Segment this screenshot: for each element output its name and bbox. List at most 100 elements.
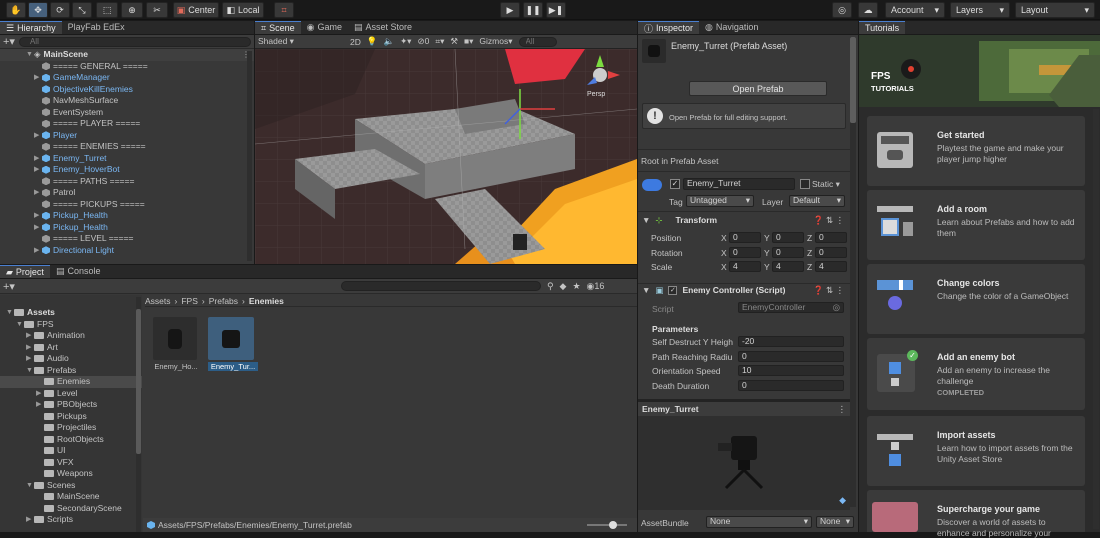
inspector-scrollbar[interactable]: [850, 37, 856, 507]
expand-arrow-icon[interactable]: ▼: [26, 49, 34, 61]
tools-icon[interactable]: ⚒: [450, 36, 458, 47]
tab-playfab[interactable]: PlayFab EdEx: [62, 21, 131, 34]
tag-dropdown[interactable]: Untagged ▾: [686, 195, 754, 207]
hierarchy-item[interactable]: ▶Directional Light›: [0, 245, 254, 257]
transform-z-field[interactable]: 0: [815, 232, 847, 243]
filter-type-icon[interactable]: ⚲: [547, 281, 554, 292]
hierarchy-item[interactable]: ===== PATHS =====: [0, 176, 254, 188]
component-menu-icon[interactable]: ❓ ⇅ ⋮: [813, 215, 844, 226]
move-tool-button[interactable]: ✥: [28, 2, 48, 18]
folder-tree-item[interactable]: SecondaryScene: [0, 503, 142, 515]
tab-game[interactable]: ◉ Game: [301, 21, 348, 34]
expand-arrow-icon[interactable]: ▶: [26, 342, 34, 354]
layout-dropdown[interactable]: Layout ▾: [1015, 2, 1095, 18]
expand-arrow-icon[interactable]: ▶: [34, 187, 42, 199]
folder-tree-item[interactable]: ▶ Audio: [0, 353, 142, 365]
tutorial-card-add-room[interactable]: Add a room Learn about Prefabs and how t…: [867, 190, 1085, 260]
expand-arrow-icon[interactable]: ▶: [34, 164, 42, 176]
folder-tree-item[interactable]: Pickups: [0, 411, 142, 423]
preview-header[interactable]: Enemy_Turret ⋮: [638, 402, 850, 416]
folder-tree-item[interactable]: ▶ Art: [0, 342, 142, 354]
param-value-field[interactable]: -20: [738, 336, 844, 347]
filter-label-icon[interactable]: ◆: [560, 281, 567, 292]
transform-x-field[interactable]: 0: [729, 232, 761, 243]
scrollbar-thumb[interactable]: [850, 37, 856, 123]
account-dropdown[interactable]: Account ▾: [885, 2, 945, 18]
folder-tree-item[interactable]: ▶ Animation: [0, 330, 142, 342]
hierarchy-item[interactable]: EventSystem: [0, 107, 254, 119]
tab-hierarchy[interactable]: ☰ Hierarchy: [0, 21, 62, 34]
prefab-preview[interactable]: ◆: [638, 416, 850, 510]
param-value-field[interactable]: 0: [738, 350, 844, 362]
hierarchy-item[interactable]: ===== ENEMIES =====: [0, 141, 254, 153]
layer-dropdown[interactable]: Default ▾: [789, 195, 845, 207]
script-component-header[interactable]: ▼ ▣ ✓ Enemy Controller (Script) ❓ ⇅ ⋮: [638, 283, 850, 297]
layers-dropdown[interactable]: Layers ▾: [950, 2, 1010, 18]
expand-arrow-icon[interactable]: ▼: [26, 365, 34, 377]
scene-search-input[interactable]: [518, 36, 557, 47]
hierarchy-item[interactable]: ▶Enemy_Turret›: [0, 153, 254, 165]
add-icon[interactable]: +▾: [3, 35, 15, 48]
expand-arrow-icon[interactable]: ▶: [34, 130, 42, 142]
hierarchy-item[interactable]: ▶GameManager›: [0, 72, 254, 84]
hierarchy-item[interactable]: ▶Player›: [0, 130, 254, 142]
hierarchy-item[interactable]: ▶Pickup_Health›: [0, 222, 254, 234]
folder-tree-item[interactable]: MainScene: [0, 491, 142, 503]
transform-tool-button[interactable]: ⊕: [121, 2, 143, 18]
hierarchy-item[interactable]: ===== PICKUPS =====: [0, 199, 254, 211]
gizmos-dropdown[interactable]: Gizmos▾: [479, 36, 512, 47]
hidden-objects-icon[interactable]: ⊘0: [417, 36, 429, 47]
transform-z-field[interactable]: 4: [815, 261, 847, 272]
grid-toggle-icon[interactable]: ⌗▾: [435, 36, 444, 47]
hand-tool-button[interactable]: ✋: [6, 2, 26, 18]
expand-arrow-icon[interactable]: ▼: [26, 480, 34, 492]
expand-arrow-icon[interactable]: ▶: [36, 399, 44, 411]
folder-tree-item[interactable]: ▶ PBObjects: [0, 399, 142, 411]
hierarchy-item[interactable]: ===== PLAYER =====: [0, 118, 254, 130]
open-prefab-button[interactable]: Open Prefab: [689, 81, 827, 96]
hierarchy-item[interactable]: ObjectiveKillEnemies›: [0, 84, 254, 96]
hierarchy-item[interactable]: ===== GENERAL =====: [0, 61, 254, 73]
expand-arrow-icon[interactable]: ▶: [34, 245, 42, 257]
param-value-field[interactable]: 10: [738, 365, 844, 376]
shading-mode-dropdown[interactable]: Shaded ▾: [258, 36, 344, 47]
folder-tree-item[interactable]: RootObjects: [0, 434, 142, 446]
expand-arrow-icon[interactable]: ▶: [34, 210, 42, 222]
folder-tree-scrollbar[interactable]: [136, 297, 141, 532]
camera-icon[interactable]: ■▾: [464, 36, 473, 47]
audio-icon[interactable]: 🔈: [383, 36, 394, 47]
expand-arrow-icon[interactable]: ▶: [26, 330, 34, 342]
static-checkbox[interactable]: [800, 179, 810, 189]
folder-tree-item[interactable]: Weapons: [0, 468, 142, 480]
folder-tree-item[interactable]: VFX: [0, 457, 142, 469]
foldout-arrow-icon[interactable]: ▼: [642, 215, 650, 225]
thumbnail-size-slider[interactable]: [587, 521, 627, 529]
folder-tree-item[interactable]: Enemies: [0, 376, 142, 388]
hierarchy-scrollbar[interactable]: [247, 51, 252, 261]
tab-scene[interactable]: ⌗ Scene: [255, 21, 301, 34]
favorite-icon[interactable]: ★: [572, 281, 580, 292]
folder-tree-item[interactable]: ▼ Assets: [0, 307, 142, 319]
transform-x-field[interactable]: 0: [729, 246, 761, 258]
folder-tree-item[interactable]: ▶ Level: [0, 388, 142, 400]
tab-tutorials[interactable]: Tutorials: [859, 21, 906, 34]
hierarchy-item[interactable]: ▶Pickup_Health›: [0, 210, 254, 222]
custom-tool-button[interactable]: ✂: [146, 2, 168, 18]
expand-arrow-icon[interactable]: ▶: [34, 222, 42, 234]
tutorial-card-get-started[interactable]: Get started Playtest the game and make y…: [867, 116, 1085, 186]
effects-icon[interactable]: ✦▾: [400, 36, 411, 47]
static-dropdown[interactable]: Static ▾: [812, 179, 840, 190]
expand-arrow-icon[interactable]: ▶: [34, 153, 42, 165]
transform-header[interactable]: ▼ ⊹ Transform ❓ ⇅ ⋮: [638, 213, 850, 227]
hierarchy-search-input[interactable]: [18, 36, 251, 47]
collab-button[interactable]: ◎: [832, 2, 852, 18]
folder-tree-item[interactable]: ▼ FPS: [0, 319, 142, 331]
expand-arrow-icon[interactable]: ▼: [16, 319, 24, 331]
expand-arrow-icon[interactable]: ▶: [34, 72, 42, 84]
expand-arrow-icon[interactable]: ▶: [26, 353, 34, 365]
folder-tree-item[interactable]: ▼ Scenes: [0, 480, 142, 492]
expand-arrow-icon[interactable]: ▶: [26, 514, 34, 526]
transform-y-field[interactable]: 0: [772, 232, 804, 243]
hierarchy-item[interactable]: ▶Enemy_HoverBot›: [0, 164, 254, 176]
assetbundle-dropdown[interactable]: None ▾: [706, 516, 812, 528]
